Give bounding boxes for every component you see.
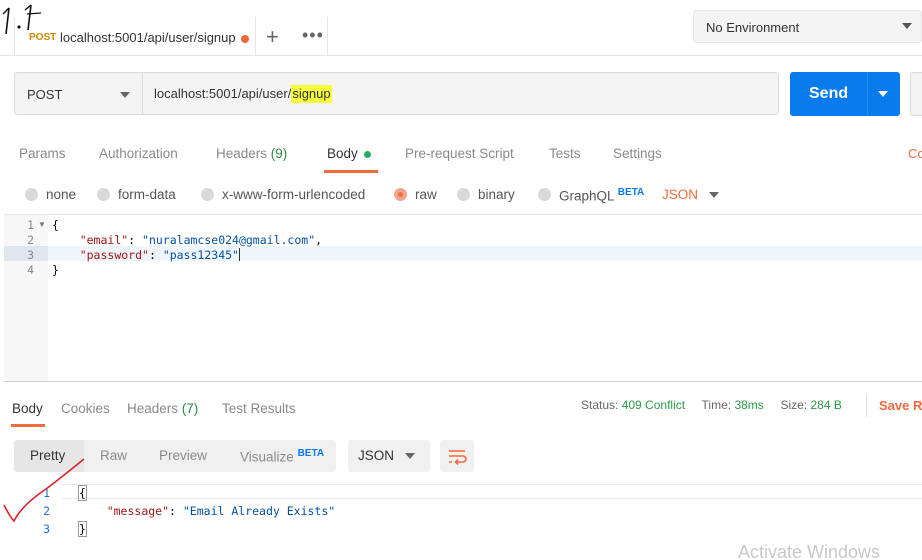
radio-label: form-data [118, 187, 176, 202]
tab-headers[interactable]: Headers (9) [216, 146, 287, 161]
response-format-label: JSON [358, 448, 395, 463]
tab-headers-count: (9) [270, 146, 288, 161]
beta-badge: BETA [297, 448, 325, 459]
unsaved-indicator-icon [241, 35, 249, 43]
environment-select[interactable]: No Environment [693, 10, 922, 43]
handwritten-checkmark [0, 455, 90, 528]
chevron-down-icon [902, 23, 912, 29]
tab-settings[interactable]: Settings [613, 146, 662, 161]
method-select[interactable]: POST [14, 72, 143, 115]
code-line: "password": "pass12345" [79, 248, 240, 262]
code-line: { [52, 218, 59, 232]
resp-tab-body[interactable]: Body [12, 401, 43, 416]
send-label: Send [809, 85, 849, 102]
json-key: "message" [106, 504, 170, 518]
radio-label: binary [478, 187, 515, 202]
status-value[interactable]: 409 Conflict [622, 398, 685, 412]
resp-tab-headers[interactable]: Headers (7) [127, 401, 198, 416]
chevron-down-icon[interactable] [709, 192, 719, 198]
code-line: "email": "nuralamcse024@gmail.com", [79, 233, 323, 247]
resp-headers-label: Headers [127, 401, 179, 416]
json-key: "password" [79, 248, 149, 262]
response-meta: Status: 409 Conflict Time: 38ms Size: 28… [581, 398, 842, 412]
text-cursor [238, 248, 240, 261]
tab-params[interactable]: Params [19, 146, 66, 161]
response-format-select[interactable]: JSON [348, 440, 430, 472]
environment-label: No Environment [706, 20, 800, 35]
wrap-lines-button[interactable] [440, 440, 474, 472]
cookies-link[interactable]: Co [908, 146, 922, 161]
line-number: 1 [27, 218, 34, 232]
graphql-label: GraphQL [559, 188, 615, 204]
send-button[interactable]: Send [790, 72, 900, 116]
tab-pre-request-script[interactable]: Pre-request Script [405, 146, 514, 161]
radio-label: x-www-form-urlencoded [222, 187, 366, 202]
resp-tab-test-results[interactable]: Test Results [222, 401, 296, 416]
view-visualize-button[interactable]: Visualize BETA [240, 448, 324, 465]
request-tabs: Params Authorization Headers (9) Body Pr… [0, 135, 922, 173]
chevron-down-icon [405, 453, 415, 459]
method-label: POST [27, 87, 63, 102]
radio-circle-selected-icon [394, 188, 407, 201]
body-indicator-icon [364, 151, 371, 158]
send-divider [867, 72, 868, 116]
tab-divider [327, 17, 328, 55]
chevron-down-icon [120, 92, 130, 98]
radio-label: none [46, 187, 77, 202]
url-input[interactable]: localhost:5001/api/user/signup [142, 72, 779, 115]
tab-body[interactable]: Body [327, 146, 358, 161]
radio-circle-icon [538, 188, 551, 201]
json-value: "Email Already Exists" [182, 504, 336, 518]
url-prefix: localhost:5001/api/user/ [154, 86, 292, 101]
more-tabs-button[interactable]: ••• [302, 26, 324, 44]
wrap-lines-icon [449, 450, 467, 466]
active-line-highlight [62, 484, 922, 499]
view-preview-button[interactable]: Preview [159, 448, 207, 463]
size-label: Size: [780, 398, 808, 412]
save-button[interactable] [910, 72, 922, 116]
radio-label: GraphQL BETA [559, 187, 644, 204]
code-line: } [52, 263, 59, 277]
resp-headers-count: (7) [181, 401, 199, 416]
resp-tab-cookies[interactable]: Cookies [61, 401, 110, 416]
active-tab-underline [11, 424, 45, 427]
code-line: "message": "Email Already Exists" [106, 504, 336, 518]
time-value[interactable]: 38ms [734, 398, 763, 412]
chevron-down-icon[interactable] [878, 91, 888, 97]
radio-circle-icon [201, 188, 214, 201]
url-text: localhost:5001/api/user/signup [154, 85, 332, 103]
tab-headers-label: Headers [216, 146, 268, 161]
radio-label: raw [415, 187, 437, 202]
handwritten-mark [0, 0, 60, 43]
line-number: 2 [27, 233, 34, 247]
new-tab-button[interactable]: + [266, 26, 279, 48]
visualize-label: Visualize [240, 449, 294, 465]
save-response-button[interactable]: Save R [879, 398, 922, 413]
windows-activation-watermark: Activate Windows [738, 542, 881, 560]
time-label: Time: [701, 398, 732, 412]
view-raw-button[interactable]: Raw [100, 448, 127, 463]
tab-authorization[interactable]: Authorization [99, 146, 178, 161]
active-tab-underline [324, 170, 378, 173]
radio-circle-icon [97, 188, 110, 201]
radio-circle-icon [457, 188, 470, 201]
fold-arrow-icon[interactable]: ▼ [38, 220, 46, 229]
tab-tests[interactable]: Tests [549, 146, 581, 161]
line-number: 4 [27, 263, 34, 277]
json-key: "email" [79, 233, 129, 247]
meta-divider [866, 395, 867, 417]
body-format-select[interactable]: JSON [662, 187, 698, 202]
radio-circle-icon [25, 188, 38, 201]
tab-url-label: localhost:5001/api/user/signup [60, 30, 236, 45]
url-highlight: signup [291, 85, 332, 103]
json-value: "nuralamcse024@gmail.com" [142, 233, 316, 247]
beta-badge: BETA [617, 187, 645, 198]
json-value: "pass12345" [162, 248, 239, 262]
line-number: 3 [27, 248, 34, 262]
size-value[interactable]: 284 B [810, 398, 841, 412]
status-label: Status: [581, 398, 619, 412]
